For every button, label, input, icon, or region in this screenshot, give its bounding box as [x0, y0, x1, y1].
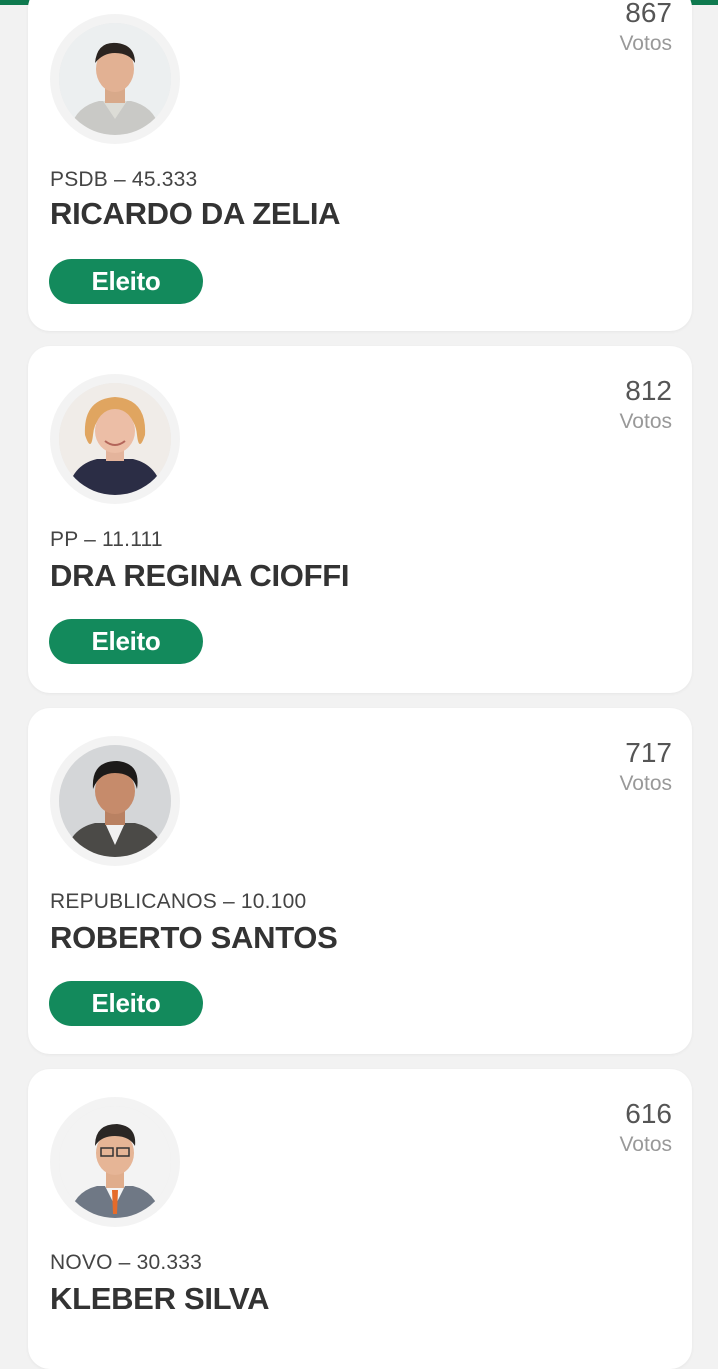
candidate-avatar — [50, 736, 180, 866]
candidate-name: DRA REGINA CIOFFI — [50, 558, 350, 593]
candidate-name: RICARDO DA ZELIA — [50, 196, 341, 231]
votes-number: 867 — [625, 0, 672, 28]
votes-label: Votos — [619, 32, 672, 55]
status-badge: Eleito — [49, 619, 203, 664]
party-number: PSDB – 45.333 — [50, 168, 198, 191]
votes-count: 812 Votos — [619, 374, 672, 436]
candidate-card[interactable]: 812 Votos PP – 11.111 DRA REGINA CIOFFI … — [28, 346, 692, 693]
votes-label: Votos — [619, 772, 672, 795]
status-badge: Eleito — [49, 981, 203, 1026]
candidate-name: ROBERTO SANTOS — [50, 920, 338, 955]
votes-count: 717 Votos — [619, 736, 672, 798]
party-number: REPUBLICANOS – 10.100 — [50, 890, 307, 913]
votes-count: 616 Votos — [619, 1097, 672, 1159]
party-number: NOVO – 30.333 — [50, 1251, 203, 1274]
candidate-avatar — [50, 14, 180, 144]
candidate-avatar — [50, 374, 180, 504]
votes-label: Votos — [619, 1133, 672, 1156]
votes-number: 812 — [625, 375, 672, 406]
candidate-card[interactable]: 867 Votos PSDB – 45.333 RICARDO DA ZELIA… — [28, 0, 692, 331]
votes-number: 616 — [625, 1098, 672, 1129]
votes-count: 867 Votos — [619, 0, 672, 58]
votes-number: 717 — [625, 737, 672, 768]
votes-label: Votos — [619, 410, 672, 433]
candidate-avatar — [50, 1097, 180, 1227]
candidate-card[interactable]: 616 Votos NOVO – 30.333 KLEBER SILVA — [28, 1069, 692, 1369]
candidate-card[interactable]: 717 Votos REPUBLICANOS – 10.100 ROBERTO … — [28, 708, 692, 1054]
candidate-name: KLEBER SILVA — [50, 1281, 270, 1316]
status-badge: Eleito — [49, 259, 203, 304]
party-number: PP – 11.111 — [50, 528, 163, 551]
